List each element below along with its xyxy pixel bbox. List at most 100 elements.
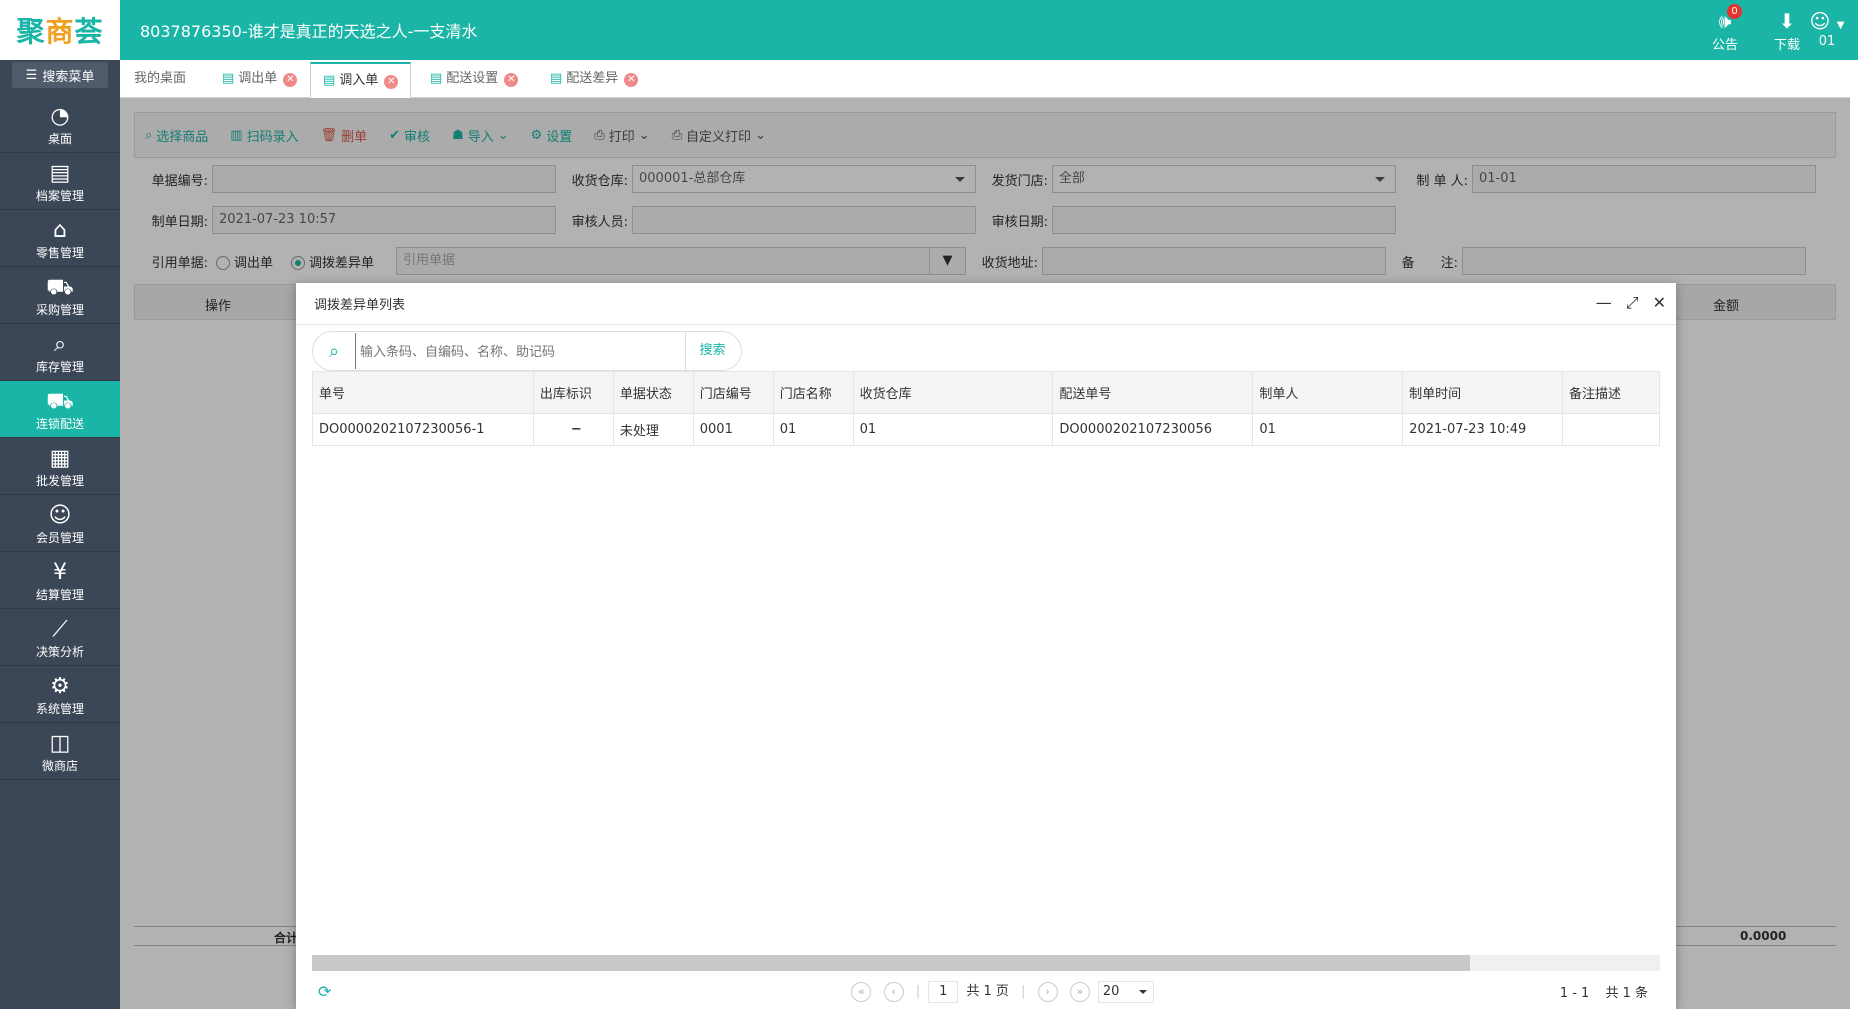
- sidebar-item-settlement[interactable]: ¥ 结算管理: [0, 552, 120, 609]
- tab-label: 调出单: [238, 71, 278, 86]
- close-icon[interactable]: ✕: [1653, 293, 1666, 313]
- last-page-icon[interactable]: »: [1069, 981, 1090, 1002]
- sidebar-item-label: 结算管理: [35, 588, 84, 602]
- modal-header: 调拨差异单列表: [296, 283, 1676, 325]
- user-menu[interactable]: ☺ ▼ 01: [1800, 8, 1854, 54]
- inventory-icon: ⌕: [53, 332, 67, 357]
- sidebar-item-retail[interactable]: ⌂ 零售管理: [0, 210, 120, 267]
- col-store-no[interactable]: 门店编号: [692, 371, 774, 414]
- col-maker[interactable]: 制单人: [1252, 371, 1404, 414]
- tab-my-desktop[interactable]: 我的桌面: [122, 62, 198, 98]
- pager-summary: 1 - 1 共 1 条: [1560, 982, 1648, 1001]
- col-delivery-no[interactable]: 配送单号: [1052, 371, 1254, 414]
- menu-icon: ☰: [25, 67, 38, 83]
- gear-icon: ⚙: [50, 674, 70, 699]
- sidebar-item-system[interactable]: ⚙ 系统管理: [0, 666, 120, 723]
- avatar-icon: ☺ ▼: [1809, 9, 1845, 33]
- sidebar-item-wholesale[interactable]: ▦ 批发管理: [0, 438, 120, 495]
- top-bar: 聚商荟 8037876350-谁才是真正的天选之人-一支清水 🕪 0 公告 ⬇ …: [0, 0, 1858, 60]
- first-page-icon[interactable]: «: [851, 981, 872, 1002]
- refresh-icon[interactable]: ⟳: [318, 982, 331, 1001]
- maximize-icon[interactable]: ⤢: [1626, 293, 1639, 313]
- notice-label: 公告: [1711, 38, 1738, 53]
- modal-title: 调拨差异单列表: [314, 298, 406, 313]
- logo-char-2: 商: [45, 15, 75, 48]
- chart-icon: ⟋: [52, 617, 68, 642]
- sidebar-item-purchase[interactable]: ⛟ 采购管理: [0, 267, 120, 324]
- close-icon[interactable]: ✕: [384, 75, 399, 89]
- page-input[interactable]: 1: [928, 980, 959, 1003]
- col-warehouse[interactable]: 收货仓库: [852, 371, 1054, 414]
- close-icon[interactable]: ✕: [624, 73, 639, 87]
- tab-bar: 我的桌面 ▤ 调出单 ✕ ▤ 调入单 ✕ ▤ 配送设置 ✕ ▤ 配送差异 ✕: [120, 60, 1850, 98]
- cell-warehouse: 01: [852, 413, 1054, 446]
- modal-search-input[interactable]: [355, 333, 685, 369]
- close-icon[interactable]: ✕: [504, 73, 519, 87]
- app-logo[interactable]: 聚商荟: [0, 0, 120, 60]
- pager-divider: |: [915, 983, 921, 999]
- wholesale-icon: ▦: [49, 446, 71, 471]
- cell-remark: [1562, 413, 1660, 446]
- next-page-icon[interactable]: ›: [1037, 981, 1058, 1002]
- tab-transfer-out[interactable]: ▤ 调出单 ✕: [210, 62, 309, 98]
- logo-char-3: 荟: [74, 15, 104, 48]
- sidebar-item-label: 决策分析: [35, 645, 84, 659]
- user-label: 01: [1818, 34, 1836, 49]
- cell-doc-no[interactable]: DO0000202107230056-1: [312, 413, 534, 446]
- col-out-flag[interactable]: 出库标识: [532, 371, 614, 414]
- logo-char-1: 聚: [16, 15, 46, 48]
- cell-status: 未处理: [612, 413, 694, 446]
- sidebar-item-archive[interactable]: ▤ 档案管理: [0, 153, 120, 210]
- table-header-row: 单号 出库标识 单据状态 门店编号 门店名称 收货仓库 配送单号 制单人 制单时…: [312, 371, 1660, 414]
- sidebar-item-analysis[interactable]: ⟋ 决策分析: [0, 609, 120, 666]
- sidebar-item-label: 零售管理: [35, 246, 84, 260]
- notice-button[interactable]: 🕪 0 公告: [1700, 4, 1750, 54]
- sidebar-item-inventory[interactable]: ⌕ 库存管理: [0, 324, 120, 381]
- table-row[interactable]: DO0000202107230056-1 − 未处理 0001 01 01 DO…: [312, 413, 1660, 446]
- tab-delivery-diff[interactable]: ▤ 配送差异 ✕: [538, 62, 650, 98]
- col-remark[interactable]: 备注描述: [1562, 371, 1660, 414]
- sidebar-item-label: 桌面: [47, 132, 72, 146]
- shop-icon: ◫: [49, 731, 71, 756]
- prev-page-icon[interactable]: ‹: [883, 981, 904, 1002]
- archive-icon: ▤: [49, 161, 71, 186]
- close-icon[interactable]: ✕: [283, 73, 298, 87]
- sidebar-item-label: 系统管理: [35, 702, 84, 716]
- col-status[interactable]: 单据状态: [612, 371, 694, 414]
- truck-icon: ⛟: [46, 389, 74, 414]
- col-store-name[interactable]: 门店名称: [772, 371, 854, 414]
- sidebar-item-member[interactable]: ☺ 会员管理: [0, 495, 120, 552]
- tab-delivery-settings[interactable]: ▤ 配送设置 ✕: [418, 62, 530, 98]
- sidebar-item-desktop[interactable]: ◔ 桌面: [0, 96, 120, 153]
- col-doc-no[interactable]: 单号: [312, 371, 534, 414]
- sidebar-item-label: 档案管理: [35, 189, 84, 203]
- sidebar-item-label: 会员管理: [35, 531, 84, 545]
- tab-transfer-in[interactable]: ▤ 调入单 ✕: [310, 62, 412, 98]
- sidebar: ☰ 搜索菜单 ◔ 桌面 ▤ 档案管理 ⌂ 零售管理 ⛟ 采购管理 ⌕ 库存管理 ⛟ 连锁配送…: [0, 60, 120, 1009]
- search-menu-label: 搜索菜单: [42, 69, 95, 85]
- document-icon: ▤: [430, 71, 443, 86]
- tab-label: 配送差异: [566, 71, 619, 86]
- minimize-icon[interactable]: —: [1596, 293, 1612, 313]
- modal-controls: — ⤢ ✕: [1596, 293, 1666, 313]
- search-menu-button[interactable]: ☰ 搜索菜单: [12, 62, 108, 88]
- sidebar-item-microshop[interactable]: ◫ 微商店: [0, 723, 120, 780]
- total-pages: 共 1 页: [966, 983, 1009, 999]
- notice-badge: 0: [1727, 4, 1742, 19]
- pager-range: 1 - 1: [1559, 985, 1590, 1001]
- page-size-select[interactable]: 20: [1097, 980, 1154, 1003]
- sidebar-item-distribution[interactable]: ⛟ 连锁配送: [0, 381, 120, 438]
- sidebar-item-label: 连锁配送: [35, 417, 84, 431]
- settlement-icon: ¥: [53, 560, 67, 585]
- document-icon: ▤: [222, 71, 235, 86]
- modal-search-button[interactable]: 搜索: [685, 332, 739, 370]
- member-icon: ☺: [48, 503, 72, 528]
- cell-store-no: 0001: [692, 413, 774, 446]
- horizontal-scrollbar[interactable]: [312, 955, 1660, 971]
- col-time[interactable]: 制单时间: [1402, 371, 1564, 414]
- app-title: 8037876350-谁才是真正的天选之人-一支清水: [140, 22, 478, 41]
- scrollbar-thumb[interactable]: [312, 955, 1470, 971]
- search-icon: ⌕: [328, 340, 340, 362]
- sidebar-item-label: 微商店: [41, 759, 78, 773]
- tab-label: 配送设置: [446, 71, 499, 86]
